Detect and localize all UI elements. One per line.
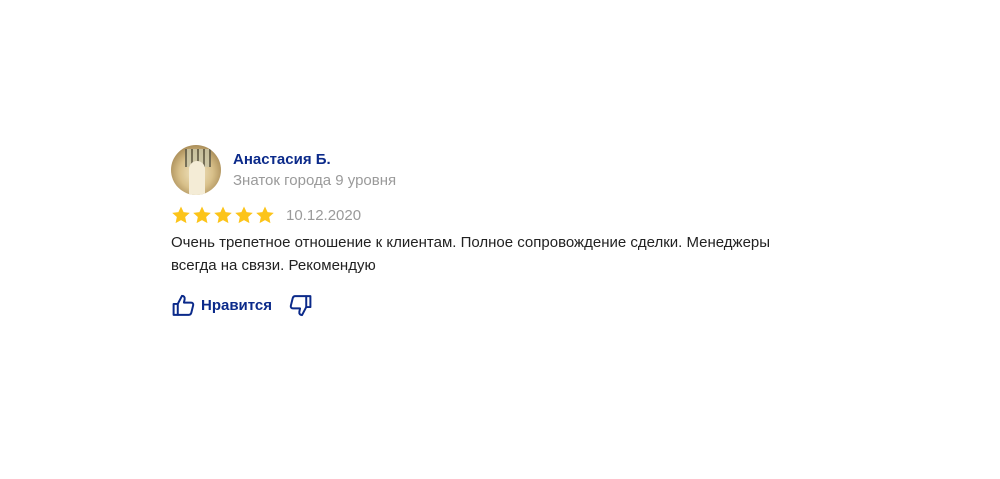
- star-icon: [256, 206, 274, 224]
- author-level: Знаток города 9 уровня: [233, 171, 397, 189]
- star-icon: [193, 206, 211, 224]
- review-text: Очень трепетное отношение к клиентам. По…: [171, 234, 771, 274]
- star-icon: [172, 206, 190, 224]
- review-header: Анастасия Б. Знаток города 9 уровня: [171, 144, 791, 196]
- rating-stars: [171, 205, 275, 225]
- star-icon: [235, 206, 253, 224]
- avatar-photo-figure: [189, 161, 205, 195]
- like-button[interactable]: Нравится: [171, 293, 272, 318]
- review-date: 10.12.2020: [286, 206, 362, 224]
- star-icon: [214, 206, 232, 224]
- dislike-button[interactable]: [288, 293, 313, 318]
- thumbs-up-icon: [172, 294, 195, 316]
- thumbs-down-icon: [289, 294, 312, 316]
- author-name[interactable]: Анастасия Б.: [233, 150, 396, 170]
- review-actions: Нравится: [171, 291, 791, 319]
- review-card: Анастасия Б. Знаток города 9 уровня 10.1…: [171, 144, 791, 319]
- review-meta: 10.12.2020: [171, 203, 791, 227]
- avatar[interactable]: [171, 145, 221, 195]
- author-info: Анастасия Б. Знаток города 9 уровня: [233, 150, 396, 191]
- like-label: Нравится: [201, 296, 273, 314]
